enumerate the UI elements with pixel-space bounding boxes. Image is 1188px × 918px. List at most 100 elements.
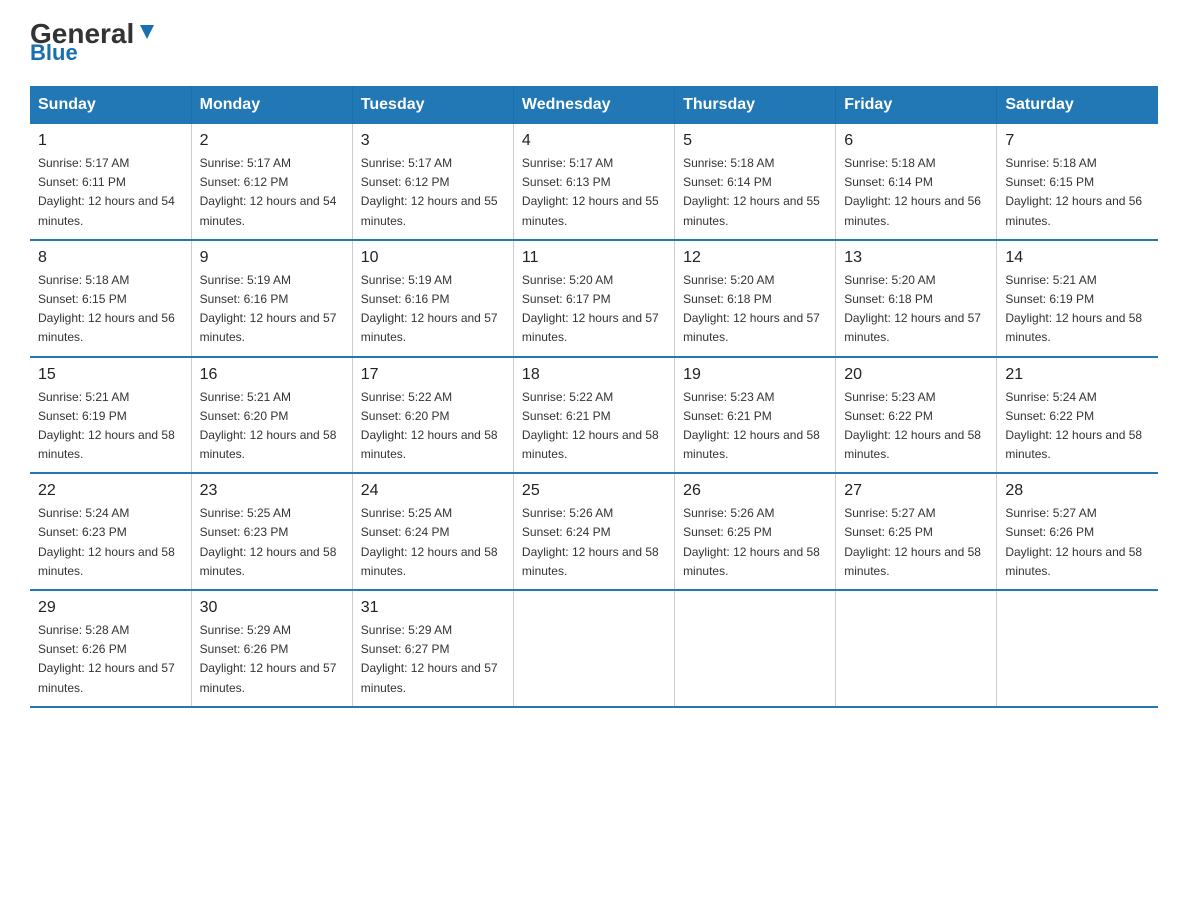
day-detail: Sunrise: 5:24 AM Sunset: 6:23 PM Dayligh…	[38, 504, 183, 581]
calendar-cell: 29 Sunrise: 5:28 AM Sunset: 6:26 PM Dayl…	[30, 590, 191, 707]
day-number: 10	[361, 249, 505, 267]
day-number: 19	[683, 366, 827, 384]
weekday-header-row: SundayMondayTuesdayWednesdayThursdayFrid…	[30, 86, 1158, 124]
day-number: 30	[200, 599, 344, 617]
calendar-cell: 26 Sunrise: 5:26 AM Sunset: 6:25 PM Dayl…	[675, 473, 836, 590]
day-detail: Sunrise: 5:21 AM Sunset: 6:19 PM Dayligh…	[1005, 271, 1150, 348]
day-detail: Sunrise: 5:29 AM Sunset: 6:26 PM Dayligh…	[200, 621, 344, 698]
calendar-table: SundayMondayTuesdayWednesdayThursdayFrid…	[30, 86, 1158, 708]
day-detail: Sunrise: 5:21 AM Sunset: 6:19 PM Dayligh…	[38, 388, 183, 465]
calendar-cell: 20 Sunrise: 5:23 AM Sunset: 6:22 PM Dayl…	[836, 357, 997, 474]
day-number: 23	[200, 482, 344, 500]
calendar-cell: 23 Sunrise: 5:25 AM Sunset: 6:23 PM Dayl…	[191, 473, 352, 590]
weekday-header-saturday: Saturday	[997, 86, 1158, 124]
day-detail: Sunrise: 5:29 AM Sunset: 6:27 PM Dayligh…	[361, 621, 505, 698]
weekday-header-tuesday: Tuesday	[352, 86, 513, 124]
day-number: 25	[522, 482, 666, 500]
calendar-cell: 16 Sunrise: 5:21 AM Sunset: 6:20 PM Dayl…	[191, 357, 352, 474]
day-number: 4	[522, 132, 666, 150]
calendar-cell: 22 Sunrise: 5:24 AM Sunset: 6:23 PM Dayl…	[30, 473, 191, 590]
day-detail: Sunrise: 5:28 AM Sunset: 6:26 PM Dayligh…	[38, 621, 183, 698]
calendar-cell	[513, 590, 674, 707]
day-number: 31	[361, 599, 505, 617]
calendar-cell: 15 Sunrise: 5:21 AM Sunset: 6:19 PM Dayl…	[30, 357, 191, 474]
weekday-header-sunday: Sunday	[30, 86, 191, 124]
day-detail: Sunrise: 5:22 AM Sunset: 6:21 PM Dayligh…	[522, 388, 666, 465]
calendar-week-row: 29 Sunrise: 5:28 AM Sunset: 6:26 PM Dayl…	[30, 590, 1158, 707]
calendar-week-row: 15 Sunrise: 5:21 AM Sunset: 6:19 PM Dayl…	[30, 357, 1158, 474]
calendar-cell: 1 Sunrise: 5:17 AM Sunset: 6:11 PM Dayli…	[30, 124, 191, 240]
day-detail: Sunrise: 5:18 AM Sunset: 6:14 PM Dayligh…	[683, 154, 827, 231]
calendar-cell: 6 Sunrise: 5:18 AM Sunset: 6:14 PM Dayli…	[836, 124, 997, 240]
day-number: 17	[361, 366, 505, 384]
weekday-header-monday: Monday	[191, 86, 352, 124]
page-header: General Blue	[30, 20, 1158, 66]
calendar-cell: 21 Sunrise: 5:24 AM Sunset: 6:22 PM Dayl…	[997, 357, 1158, 474]
calendar-cell: 18 Sunrise: 5:22 AM Sunset: 6:21 PM Dayl…	[513, 357, 674, 474]
day-detail: Sunrise: 5:25 AM Sunset: 6:24 PM Dayligh…	[361, 504, 505, 581]
day-number: 3	[361, 132, 505, 150]
day-number: 9	[200, 249, 344, 267]
calendar-cell: 12 Sunrise: 5:20 AM Sunset: 6:18 PM Dayl…	[675, 240, 836, 357]
day-number: 8	[38, 249, 183, 267]
calendar-cell: 14 Sunrise: 5:21 AM Sunset: 6:19 PM Dayl…	[997, 240, 1158, 357]
weekday-header-wednesday: Wednesday	[513, 86, 674, 124]
calendar-week-row: 8 Sunrise: 5:18 AM Sunset: 6:15 PM Dayli…	[30, 240, 1158, 357]
day-number: 27	[844, 482, 988, 500]
day-number: 13	[844, 249, 988, 267]
day-number: 18	[522, 366, 666, 384]
calendar-cell: 9 Sunrise: 5:19 AM Sunset: 6:16 PM Dayli…	[191, 240, 352, 357]
day-detail: Sunrise: 5:18 AM Sunset: 6:14 PM Dayligh…	[844, 154, 988, 231]
day-detail: Sunrise: 5:24 AM Sunset: 6:22 PM Dayligh…	[1005, 388, 1150, 465]
day-number: 29	[38, 599, 183, 617]
day-number: 1	[38, 132, 183, 150]
weekday-header-thursday: Thursday	[675, 86, 836, 124]
calendar-cell: 17 Sunrise: 5:22 AM Sunset: 6:20 PM Dayl…	[352, 357, 513, 474]
calendar-cell: 30 Sunrise: 5:29 AM Sunset: 6:26 PM Dayl…	[191, 590, 352, 707]
calendar-week-row: 1 Sunrise: 5:17 AM Sunset: 6:11 PM Dayli…	[30, 124, 1158, 240]
day-detail: Sunrise: 5:18 AM Sunset: 6:15 PM Dayligh…	[38, 271, 183, 348]
day-detail: Sunrise: 5:21 AM Sunset: 6:20 PM Dayligh…	[200, 388, 344, 465]
calendar-cell: 31 Sunrise: 5:29 AM Sunset: 6:27 PM Dayl…	[352, 590, 513, 707]
calendar-cell: 3 Sunrise: 5:17 AM Sunset: 6:12 PM Dayli…	[352, 124, 513, 240]
calendar-cell: 8 Sunrise: 5:18 AM Sunset: 6:15 PM Dayli…	[30, 240, 191, 357]
calendar-cell: 24 Sunrise: 5:25 AM Sunset: 6:24 PM Dayl…	[352, 473, 513, 590]
calendar-cell	[836, 590, 997, 707]
calendar-cell: 2 Sunrise: 5:17 AM Sunset: 6:12 PM Dayli…	[191, 124, 352, 240]
calendar-cell: 25 Sunrise: 5:26 AM Sunset: 6:24 PM Dayl…	[513, 473, 674, 590]
day-number: 15	[38, 366, 183, 384]
logo-arrow-icon	[136, 21, 158, 43]
calendar-cell: 7 Sunrise: 5:18 AM Sunset: 6:15 PM Dayli…	[997, 124, 1158, 240]
day-detail: Sunrise: 5:18 AM Sunset: 6:15 PM Dayligh…	[1005, 154, 1150, 231]
calendar-cell: 27 Sunrise: 5:27 AM Sunset: 6:25 PM Dayl…	[836, 473, 997, 590]
day-detail: Sunrise: 5:19 AM Sunset: 6:16 PM Dayligh…	[361, 271, 505, 348]
calendar-cell: 4 Sunrise: 5:17 AM Sunset: 6:13 PM Dayli…	[513, 124, 674, 240]
calendar-cell: 13 Sunrise: 5:20 AM Sunset: 6:18 PM Dayl…	[836, 240, 997, 357]
day-number: 21	[1005, 366, 1150, 384]
day-number: 20	[844, 366, 988, 384]
day-detail: Sunrise: 5:17 AM Sunset: 6:12 PM Dayligh…	[200, 154, 344, 231]
day-number: 2	[200, 132, 344, 150]
calendar-cell: 11 Sunrise: 5:20 AM Sunset: 6:17 PM Dayl…	[513, 240, 674, 357]
day-detail: Sunrise: 5:25 AM Sunset: 6:23 PM Dayligh…	[200, 504, 344, 581]
calendar-cell: 28 Sunrise: 5:27 AM Sunset: 6:26 PM Dayl…	[997, 473, 1158, 590]
calendar-cell	[675, 590, 836, 707]
day-number: 28	[1005, 482, 1150, 500]
day-detail: Sunrise: 5:22 AM Sunset: 6:20 PM Dayligh…	[361, 388, 505, 465]
day-number: 6	[844, 132, 988, 150]
day-detail: Sunrise: 5:19 AM Sunset: 6:16 PM Dayligh…	[200, 271, 344, 348]
day-detail: Sunrise: 5:20 AM Sunset: 6:18 PM Dayligh…	[683, 271, 827, 348]
day-number: 5	[683, 132, 827, 150]
day-detail: Sunrise: 5:20 AM Sunset: 6:17 PM Dayligh…	[522, 271, 666, 348]
day-detail: Sunrise: 5:26 AM Sunset: 6:25 PM Dayligh…	[683, 504, 827, 581]
calendar-cell: 19 Sunrise: 5:23 AM Sunset: 6:21 PM Dayl…	[675, 357, 836, 474]
day-number: 12	[683, 249, 827, 267]
day-number: 16	[200, 366, 344, 384]
day-detail: Sunrise: 5:26 AM Sunset: 6:24 PM Dayligh…	[522, 504, 666, 581]
calendar-cell	[997, 590, 1158, 707]
day-number: 22	[38, 482, 183, 500]
day-detail: Sunrise: 5:17 AM Sunset: 6:11 PM Dayligh…	[38, 154, 183, 231]
day-number: 26	[683, 482, 827, 500]
day-number: 11	[522, 249, 666, 267]
day-number: 24	[361, 482, 505, 500]
